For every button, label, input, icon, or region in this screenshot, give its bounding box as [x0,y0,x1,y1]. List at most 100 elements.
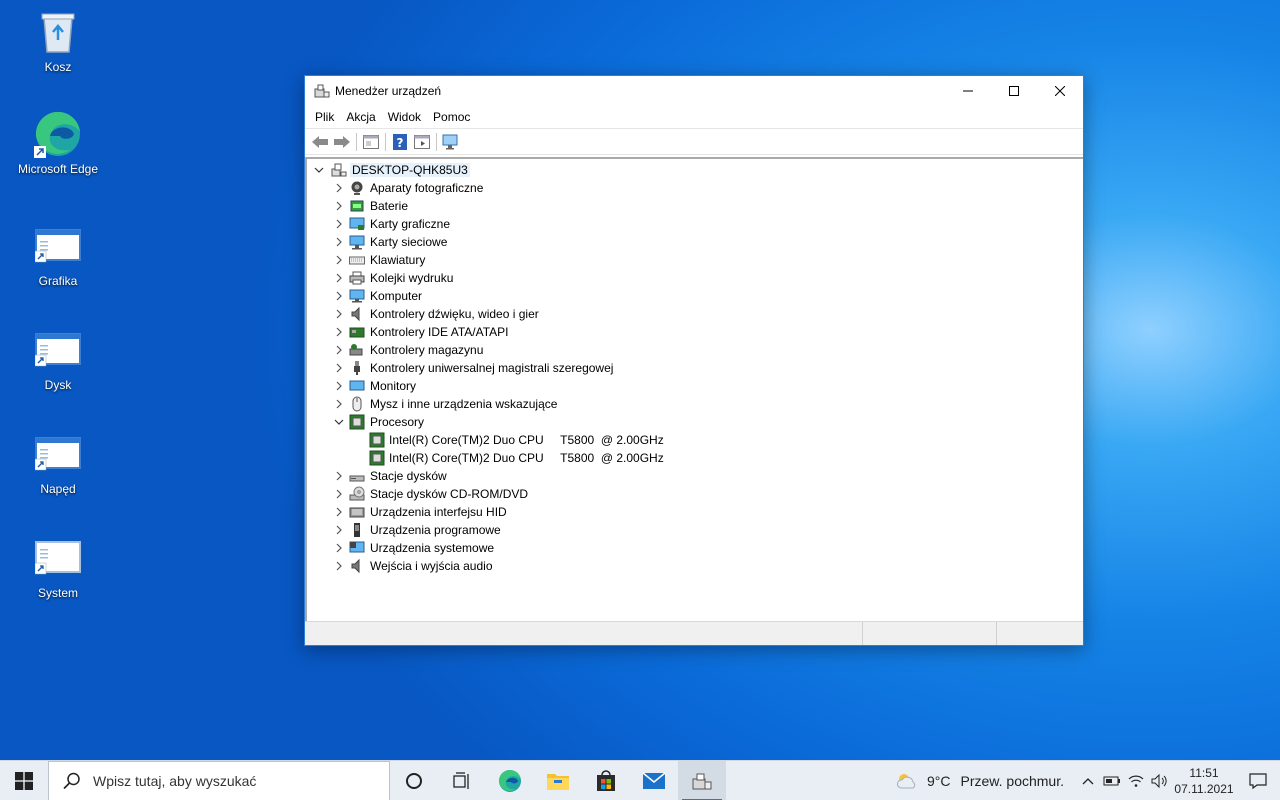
taskbar-edge[interactable] [486,761,534,800]
network-tray[interactable] [1124,761,1148,800]
shortcut-window-icon [34,534,82,582]
tree-category[interactable]: Mysz i inne urządzenia wskazujące [307,395,1083,413]
scan-hardware-button[interactable] [440,132,462,152]
help-button[interactable]: ? [389,132,411,152]
taskbar-task-view[interactable] [438,761,486,800]
computer-icon [349,288,365,304]
taskbar-file-explorer[interactable] [534,761,582,800]
camera-icon [349,180,365,196]
chevron-right-icon[interactable] [333,467,345,485]
chevron-right-icon[interactable] [333,323,345,341]
chevron-right-icon[interactable] [333,359,345,377]
tree-item-label: Baterie [370,199,409,213]
tree-category[interactable]: Kolejki wydruku [307,269,1083,287]
menu-pomoc[interactable]: Pomoc [427,110,476,124]
tree-device[interactable]: Intel(R) Core(TM)2 Duo CPU T5800 @ 2.00G… [307,449,1083,467]
cloud-sun-icon [897,774,916,789]
back-icon [312,135,328,148]
clock-time: 11:51 [1189,766,1219,780]
weather-widget[interactable]: 9°C Przew. pochmur. [895,771,1064,791]
window-title: Menedżer urządzeń [335,84,442,98]
tree-category[interactable]: Monitory [307,377,1083,395]
tree-category[interactable]: Baterie [307,197,1083,215]
view-button[interactable] [411,132,433,152]
display-adapter-icon [349,216,365,232]
chevron-right-icon[interactable] [333,233,345,251]
chevron-right-icon[interactable] [333,287,345,305]
chevron-right-icon[interactable] [333,179,345,197]
tree-device[interactable]: Intel(R) Core(TM)2 Duo CPU T5800 @ 2.00G… [307,431,1083,449]
desktop-icon-label: Microsoft Edge [17,162,99,176]
tree-category[interactable]: Procesory [307,413,1083,431]
chevron-right-icon[interactable] [333,521,345,539]
menu-akcja[interactable]: Akcja [340,110,381,124]
taskbar-device-manager[interactable] [678,760,726,800]
taskbar-search-box[interactable]: Wpisz tutaj, aby wyszukać [48,760,390,800]
tree-category[interactable]: Karty sieciowe [307,233,1083,251]
maximize-button[interactable] [991,76,1037,106]
view-icon [414,134,430,149]
volume-tray[interactable] [1148,761,1172,800]
tree-category[interactable]: Kontrolery dźwięku, wideo i gier [307,305,1083,323]
show-hidden-icons-button[interactable] [1076,761,1100,800]
taskbar-cortana[interactable] [390,761,438,800]
tree-root-computer[interactable]: DESKTOP-QHK85U3 [307,161,1083,179]
notification-icon [1249,773,1267,790]
forward-button[interactable] [331,132,353,152]
chevron-right-icon[interactable] [333,197,345,215]
notifications-button[interactable] [1236,761,1280,800]
minimize-button[interactable] [945,76,991,106]
shortcut-window-icon [34,222,82,270]
taskbar-mail[interactable] [630,761,678,800]
desktop-icon-edge[interactable]: Microsoft Edge [13,110,103,176]
wifi-icon [1128,775,1144,787]
chevron-right-icon[interactable] [333,485,345,503]
chevron-down-icon[interactable] [313,161,325,179]
tree-category[interactable]: Kontrolery IDE ATA/ATAPI [307,323,1083,341]
usb-icon [349,360,365,376]
tree-category[interactable]: Aparaty fotograficzne [307,179,1083,197]
menu-widok[interactable]: Widok [382,110,427,124]
tree-item-label: Wejścia i wyjścia audio [370,559,493,573]
desktop-icon-recycle-bin[interactable]: Kosz [13,8,103,74]
chevron-right-icon[interactable] [333,269,345,287]
chevron-right-icon[interactable] [333,503,345,521]
menu-plik[interactable]: Plik [309,110,340,124]
chevron-right-icon[interactable] [333,305,345,323]
taskbar-clock[interactable]: 11:51 07.11.2021 [1172,765,1236,797]
tree-category[interactable]: Urządzenia systemowe [307,539,1083,557]
tree-category[interactable]: Klawiatury [307,251,1083,269]
chevron-down-icon[interactable] [333,413,345,431]
chevron-right-icon[interactable] [333,341,345,359]
close-button[interactable] [1037,76,1083,106]
start-button[interactable] [0,761,48,800]
desktop-icon-label: System [37,586,78,600]
chevron-right-icon[interactable] [333,251,345,269]
taskbar-store[interactable] [582,761,630,800]
chevron-right-icon[interactable] [333,215,345,233]
tree-category[interactable]: Komputer [307,287,1083,305]
tree-category[interactable]: Kontrolery magazynu [307,341,1083,359]
battery-tray[interactable] [1100,761,1124,800]
tree-category[interactable]: Urządzenia programowe [307,521,1083,539]
tree-category[interactable]: Stacje dysków CD-ROM/DVD [307,485,1083,503]
properties-button[interactable] [360,132,382,152]
back-button[interactable] [309,132,331,152]
tree-category[interactable]: Urządzenia interfejsu HID [307,503,1083,521]
chevron-right-icon[interactable] [333,539,345,557]
chevron-right-icon[interactable] [333,377,345,395]
recycle-bin-icon [34,8,82,56]
battery-icon [1103,776,1120,786]
desktop-icon-grafika[interactable]: Grafika [13,222,103,288]
tree-category[interactable]: Kontrolery uniwersalnej magistrali szere… [307,359,1083,377]
computer-root [331,162,347,178]
desktop-icon-naped[interactable]: Napęd [13,430,103,496]
desktop-icon-dysk[interactable]: Dysk [13,326,103,392]
title-bar[interactable]: Menedżer urządzeń [305,76,1083,106]
chevron-right-icon[interactable] [333,557,345,575]
tree-category[interactable]: Stacje dysków [307,467,1083,485]
desktop-icon-system[interactable]: System [13,534,103,600]
tree-category[interactable]: Karty graficzne [307,215,1083,233]
chevron-right-icon[interactable] [333,395,345,413]
tree-category[interactable]: Wejścia i wyjścia audio [307,557,1083,575]
